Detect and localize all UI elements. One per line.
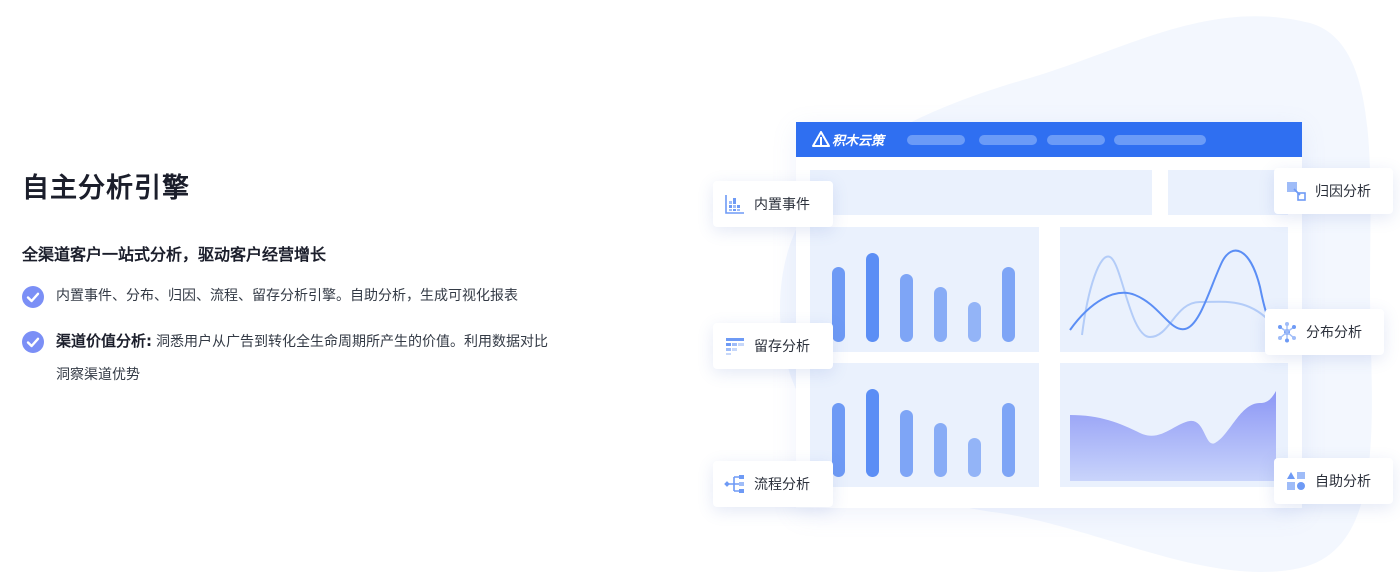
- self-service-blocks-icon: [1287, 472, 1305, 490]
- brand-logo-icon: [812, 131, 830, 147]
- feature-text: 内置事件、分布、归因、流程、留存分析引擎。自助分析，生成可视化报表: [56, 288, 518, 304]
- nav-placeholder: [1047, 135, 1105, 145]
- line-chart: [1069, 249, 1276, 339]
- chart-bar: [832, 267, 845, 342]
- dashboard-titlebar: 积木云策: [796, 122, 1302, 157]
- chart-bar: [866, 253, 879, 342]
- chart-bar: [832, 403, 845, 477]
- card-self-service: 自助分析: [1274, 458, 1393, 504]
- card-label: 留存分析: [754, 339, 810, 355]
- header-panel-left: [810, 170, 1152, 215]
- dashboard-window: 积木云策: [796, 122, 1302, 508]
- bar-chart-panel-bottom: [810, 363, 1039, 487]
- bar-chart-panel-top: [810, 227, 1039, 352]
- chart-bar: [968, 438, 981, 477]
- card-label: 归因分析: [1315, 184, 1371, 200]
- card-builtin-events: 内置事件: [713, 181, 833, 227]
- chart-bar: [900, 410, 913, 477]
- nav-placeholder: [907, 135, 965, 145]
- feature-text: 渠道价值分析: 洞悉用户从广告到转化全生命周期所产生的价值。利用数据对比洞察渠道优…: [56, 325, 552, 392]
- chart-bar: [900, 274, 913, 342]
- card-attribution: 归因分析: [1274, 168, 1393, 214]
- check-circle-icon: [22, 331, 44, 353]
- chart-bar: [866, 389, 879, 477]
- chart-bar: [968, 302, 981, 342]
- brand-name: 积木云策: [832, 134, 885, 149]
- chart-bar: [1002, 267, 1015, 342]
- flow-branch-icon: [724, 475, 744, 493]
- area-chart: [1070, 391, 1276, 481]
- nav-placeholder: [979, 135, 1037, 145]
- feature-item-engines: 内置事件、分布、归因、流程、留存分析引擎。自助分析，生成可视化报表: [22, 280, 552, 313]
- section-subtitle: 全渠道客户一站式分析，驱动客户经营增长: [22, 245, 327, 264]
- feature-label: 渠道价值分析:: [56, 332, 152, 350]
- line-chart-panel: [1060, 227, 1288, 352]
- chart-bar: [1002, 403, 1015, 477]
- card-label: 流程分析: [754, 477, 810, 493]
- section-title: 自主分析引擎: [22, 173, 190, 204]
- table-grid-icon: [725, 195, 744, 214]
- chart-bar: [934, 423, 947, 477]
- card-label: 内置事件: [754, 197, 810, 213]
- card-flow: 流程分析: [713, 461, 833, 507]
- area-chart-panel: [1060, 363, 1288, 487]
- card-retention: 留存分析: [713, 323, 833, 369]
- card-distribution: 分布分析: [1265, 309, 1384, 355]
- attribution-shapes-icon: [1287, 182, 1306, 201]
- distribution-network-icon: [1278, 322, 1296, 343]
- check-circle-icon: [22, 286, 44, 308]
- header-panel-right: [1168, 170, 1288, 215]
- chart-bar: [934, 287, 947, 342]
- nav-placeholder: [1114, 135, 1206, 145]
- retention-grid-icon: [726, 338, 744, 355]
- card-label: 自助分析: [1315, 474, 1371, 490]
- feature-item-channel-value: 渠道价值分析: 洞悉用户从广告到转化全生命周期所产生的价值。利用数据对比洞察渠道优…: [22, 325, 552, 392]
- card-label: 分布分析: [1306, 325, 1362, 341]
